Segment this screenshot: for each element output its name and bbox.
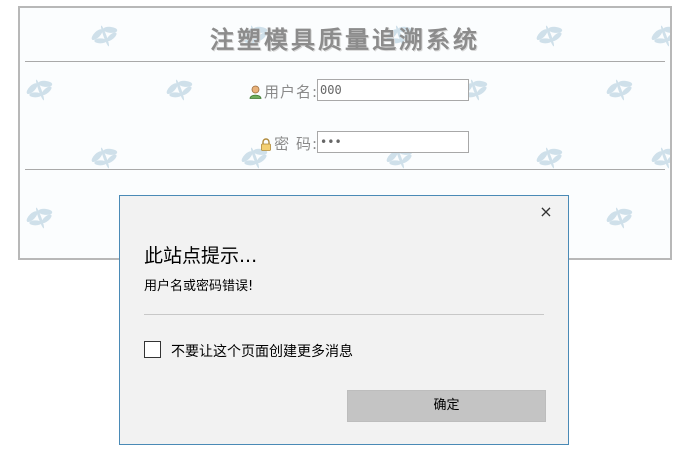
suppress-messages-label[interactable]: 不要让这个页面创建更多消息 (171, 341, 353, 361)
suppress-messages-checkbox[interactable] (144, 341, 161, 358)
username-input[interactable]: 000 (317, 79, 469, 101)
username-row: 用户名: 000 (20, 79, 670, 103)
dragonfly-icon (22, 202, 58, 234)
dialog-divider (144, 314, 544, 315)
header-divider (25, 61, 665, 62)
ok-button[interactable]: 确定 (347, 390, 546, 422)
alert-dialog: × 此站点提示... 用户名或密码错误! 不要让这个页面创建更多消息 确定 (119, 195, 569, 445)
username-label-wrap: 用户名: (249, 81, 318, 103)
username-label: 用户名: (263, 83, 318, 101)
password-label-wrap: 密 码: (260, 133, 318, 155)
close-icon[interactable]: × (538, 204, 554, 220)
user-icon (249, 85, 262, 103)
system-title: 注塑模具质量追溯系统 (210, 25, 480, 54)
dragonfly-icon (602, 202, 638, 234)
password-row: 密 码: ••• (20, 131, 670, 155)
password-label: 密 码: (274, 135, 318, 153)
dialog-message: 用户名或密码错误! (144, 279, 254, 294)
dialog-title: 此站点提示... (144, 245, 258, 267)
password-input[interactable]: ••• (317, 131, 469, 153)
form-divider (25, 169, 665, 170)
lock-icon (260, 137, 272, 155)
